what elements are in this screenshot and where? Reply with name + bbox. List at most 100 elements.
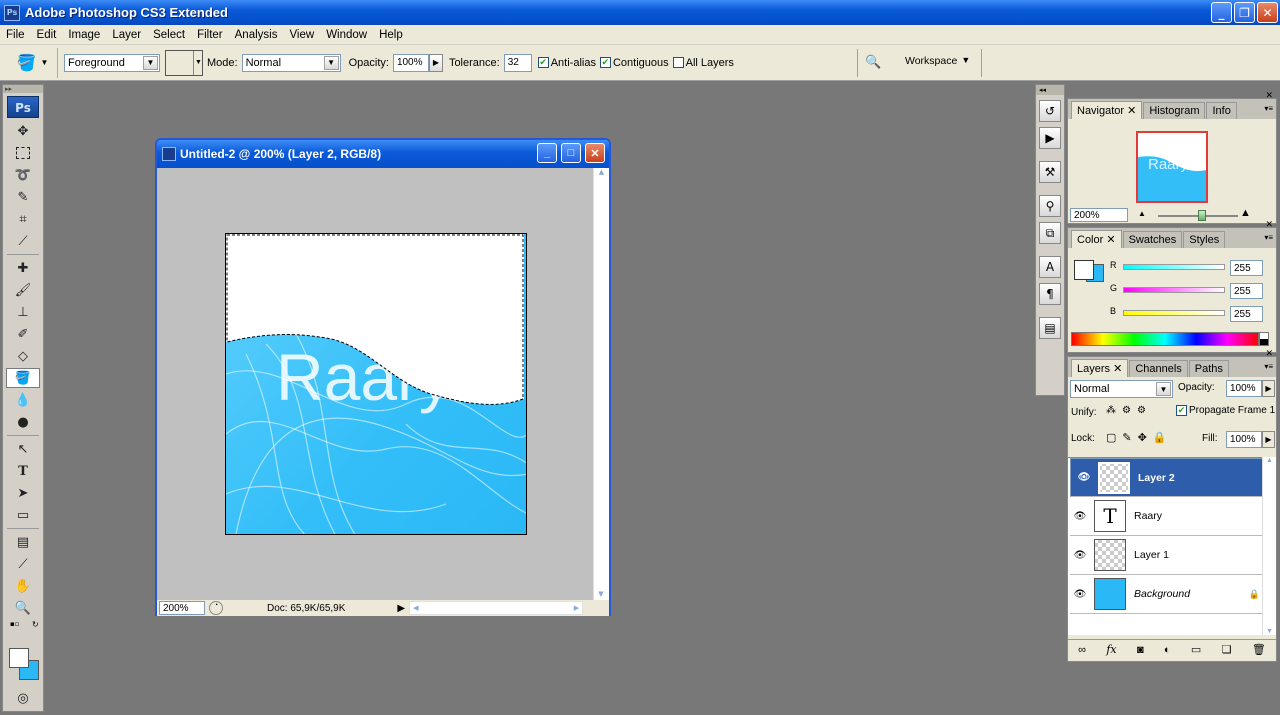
- dodge-tool-icon[interactable]: ●: [6, 412, 40, 432]
- status-arrow-icon[interactable]: ▶: [397, 603, 405, 614]
- restore-button[interactable]: ❐: [1234, 2, 1255, 23]
- navigator-zoom-slider[interactable]: [1158, 210, 1238, 221]
- tab-layers[interactable]: Layers ✕: [1071, 359, 1129, 377]
- layer-row-raary[interactable]: 👁 T Raary: [1070, 497, 1276, 536]
- close-icon[interactable]: ✕: [1265, 90, 1273, 101]
- black-white-ramp[interactable]: [1259, 332, 1269, 346]
- history-brush-tool-icon[interactable]: ✐: [6, 324, 40, 344]
- color-foreground-swatch[interactable]: [1074, 260, 1094, 280]
- menu-edit[interactable]: Edit: [31, 29, 63, 41]
- bridge-icon[interactable]: 🔍: [865, 54, 881, 70]
- adjustment-layer-icon[interactable]: ◐: [1164, 644, 1171, 656]
- marquee-tool-icon[interactable]: [6, 143, 40, 163]
- canvas-area[interactable]: Raary: [157, 168, 593, 600]
- notes-tool-icon[interactable]: ▤: [6, 532, 40, 552]
- lasso-tool-icon[interactable]: ➰: [6, 165, 40, 185]
- eraser-tool-icon[interactable]: ◇: [6, 346, 40, 366]
- opacity-input[interactable]: 100%: [392, 53, 429, 72]
- navigator-zoom-field[interactable]: 200%: [1070, 208, 1128, 222]
- color-spectrum-ramp[interactable]: [1071, 332, 1259, 346]
- canvas-image[interactable]: Raary: [225, 233, 527, 535]
- photoshop-logo[interactable]: Ps: [7, 96, 39, 118]
- panel-menu-icon[interactable]: ▾≡: [1264, 233, 1273, 242]
- doc-maximize-button[interactable]: □: [561, 143, 581, 163]
- layer-row-background[interactable]: 👁 Background 🔒: [1070, 575, 1276, 614]
- collapse-icon[interactable]: ◂◂: [1036, 85, 1064, 95]
- hand-tool-icon[interactable]: ✋: [6, 576, 40, 596]
- menu-analysis[interactable]: Analysis: [229, 29, 284, 41]
- blur-tool-icon[interactable]: 💧: [6, 390, 40, 410]
- layer-mask-icon[interactable]: ◙: [1137, 644, 1144, 656]
- layer-opacity-input[interactable]: 100%: [1226, 380, 1262, 397]
- link-layers-icon[interactable]: ∞: [1078, 644, 1086, 656]
- blend-mode-select[interactable]: Normal ▼: [1070, 380, 1173, 398]
- close-icon[interactable]: ✕: [1265, 348, 1273, 359]
- eyedropper-tool-icon[interactable]: ⟋: [6, 554, 40, 574]
- visibility-eye-icon[interactable]: 👁: [1070, 550, 1090, 561]
- quick-mask-icon[interactable]: ◎: [6, 688, 40, 708]
- zoom-level-field[interactable]: 200%: [159, 601, 205, 615]
- direct-selection-tool-icon[interactable]: ➤: [6, 483, 40, 503]
- blue-slider[interactable]: [1123, 310, 1225, 316]
- actions-panel-icon[interactable]: ▶: [1039, 127, 1061, 149]
- tab-histogram[interactable]: Histogram: [1143, 102, 1206, 119]
- chevron-right-icon[interactable]: ▶: [1262, 380, 1275, 397]
- type-tool-icon[interactable]: T: [6, 461, 40, 481]
- menu-select[interactable]: Select: [147, 29, 191, 41]
- fill-source-select[interactable]: Foreground ▼: [64, 53, 160, 72]
- menu-file[interactable]: File: [0, 29, 31, 41]
- tab-color[interactable]: Color ✕: [1071, 230, 1122, 248]
- visibility-eye-icon[interactable]: 👁: [1070, 589, 1090, 600]
- slice-tool-icon[interactable]: ⟋: [6, 231, 40, 251]
- zoom-out-icon[interactable]: ▲: [1138, 209, 1146, 218]
- tab-swatches[interactable]: Swatches: [1122, 231, 1183, 248]
- shape-tool-icon[interactable]: ▭: [6, 505, 40, 525]
- healing-brush-tool-icon[interactable]: ✚: [6, 258, 40, 278]
- clone-stamp-tool-icon[interactable]: ⊥: [6, 302, 40, 322]
- tolerance-input[interactable]: 32: [503, 53, 532, 72]
- paragraph-panel-icon[interactable]: ¶: [1039, 283, 1061, 305]
- close-icon[interactable]: ✕: [1265, 219, 1273, 230]
- new-group-icon[interactable]: ▭: [1191, 643, 1201, 656]
- red-value-input[interactable]: 255: [1230, 260, 1263, 276]
- propagate-frame-checkbox[interactable]: ✔ Propagate Frame 1: [1176, 405, 1275, 416]
- blue-value-input[interactable]: 255: [1230, 306, 1263, 322]
- opacity-slider-button[interactable]: ▶: [428, 53, 443, 72]
- menu-filter[interactable]: Filter: [191, 29, 229, 41]
- chevron-right-icon[interactable]: ▶: [1262, 431, 1275, 448]
- history-panel-icon[interactable]: ↺: [1039, 100, 1061, 122]
- expand-icon[interactable]: ▸▸: [3, 85, 43, 93]
- tab-styles[interactable]: Styles: [1183, 231, 1226, 248]
- contiguous-checkbox[interactable]: ✔ Contiguous: [599, 57, 669, 69]
- default-colors-icon[interactable]: ▪▫: [10, 620, 20, 628]
- quick-selection-tool-icon[interactable]: ✎: [6, 187, 40, 207]
- crop-tool-icon[interactable]: ⌗: [6, 209, 40, 229]
- green-slider[interactable]: [1123, 287, 1225, 293]
- move-tool-icon[interactable]: ✥: [6, 121, 40, 141]
- layer-row-layer-1[interactable]: 👁 Layer 1: [1070, 536, 1276, 575]
- layers-scrollbar[interactable]: ▲ ▼: [1262, 457, 1276, 635]
- visibility-eye-icon[interactable]: 👁: [1074, 472, 1094, 483]
- visibility-eye-icon[interactable]: 👁: [1070, 511, 1090, 522]
- brushes-panel-icon[interactable]: ⚲: [1039, 195, 1061, 217]
- layer-comps-icon[interactable]: ▤: [1039, 317, 1061, 339]
- tool-preset-picker[interactable]: 🪣 ▼: [8, 47, 58, 78]
- clone-source-icon[interactable]: ⧉: [1039, 222, 1061, 244]
- minimize-button[interactable]: _: [1211, 2, 1232, 23]
- close-button[interactable]: ✕: [1257, 2, 1278, 23]
- workspace-button[interactable]: Workspace ▼: [905, 55, 970, 67]
- menu-image[interactable]: Image: [62, 29, 106, 41]
- green-value-input[interactable]: 255: [1230, 283, 1263, 299]
- status-menu-icon[interactable]: ◔: [209, 601, 223, 615]
- vertical-scrollbar[interactable]: ▲ ▼: [593, 168, 609, 600]
- tab-paths[interactable]: Paths: [1188, 360, 1229, 377]
- anti-alias-checkbox[interactable]: ✔ Anti-alias: [537, 57, 596, 69]
- tab-info[interactable]: Info: [1206, 102, 1237, 119]
- red-slider[interactable]: [1123, 264, 1225, 270]
- panel-menu-icon[interactable]: ▾≡: [1264, 104, 1273, 113]
- tab-navigator[interactable]: Navigator ✕: [1071, 101, 1143, 119]
- paint-bucket-tool-icon[interactable]: 🪣: [6, 368, 40, 388]
- layer-style-icon[interactable]: fx: [1106, 643, 1116, 656]
- horizontal-scrollbar[interactable]: ◀ ▶: [409, 601, 584, 615]
- mode-select[interactable]: Normal ▼: [241, 53, 341, 72]
